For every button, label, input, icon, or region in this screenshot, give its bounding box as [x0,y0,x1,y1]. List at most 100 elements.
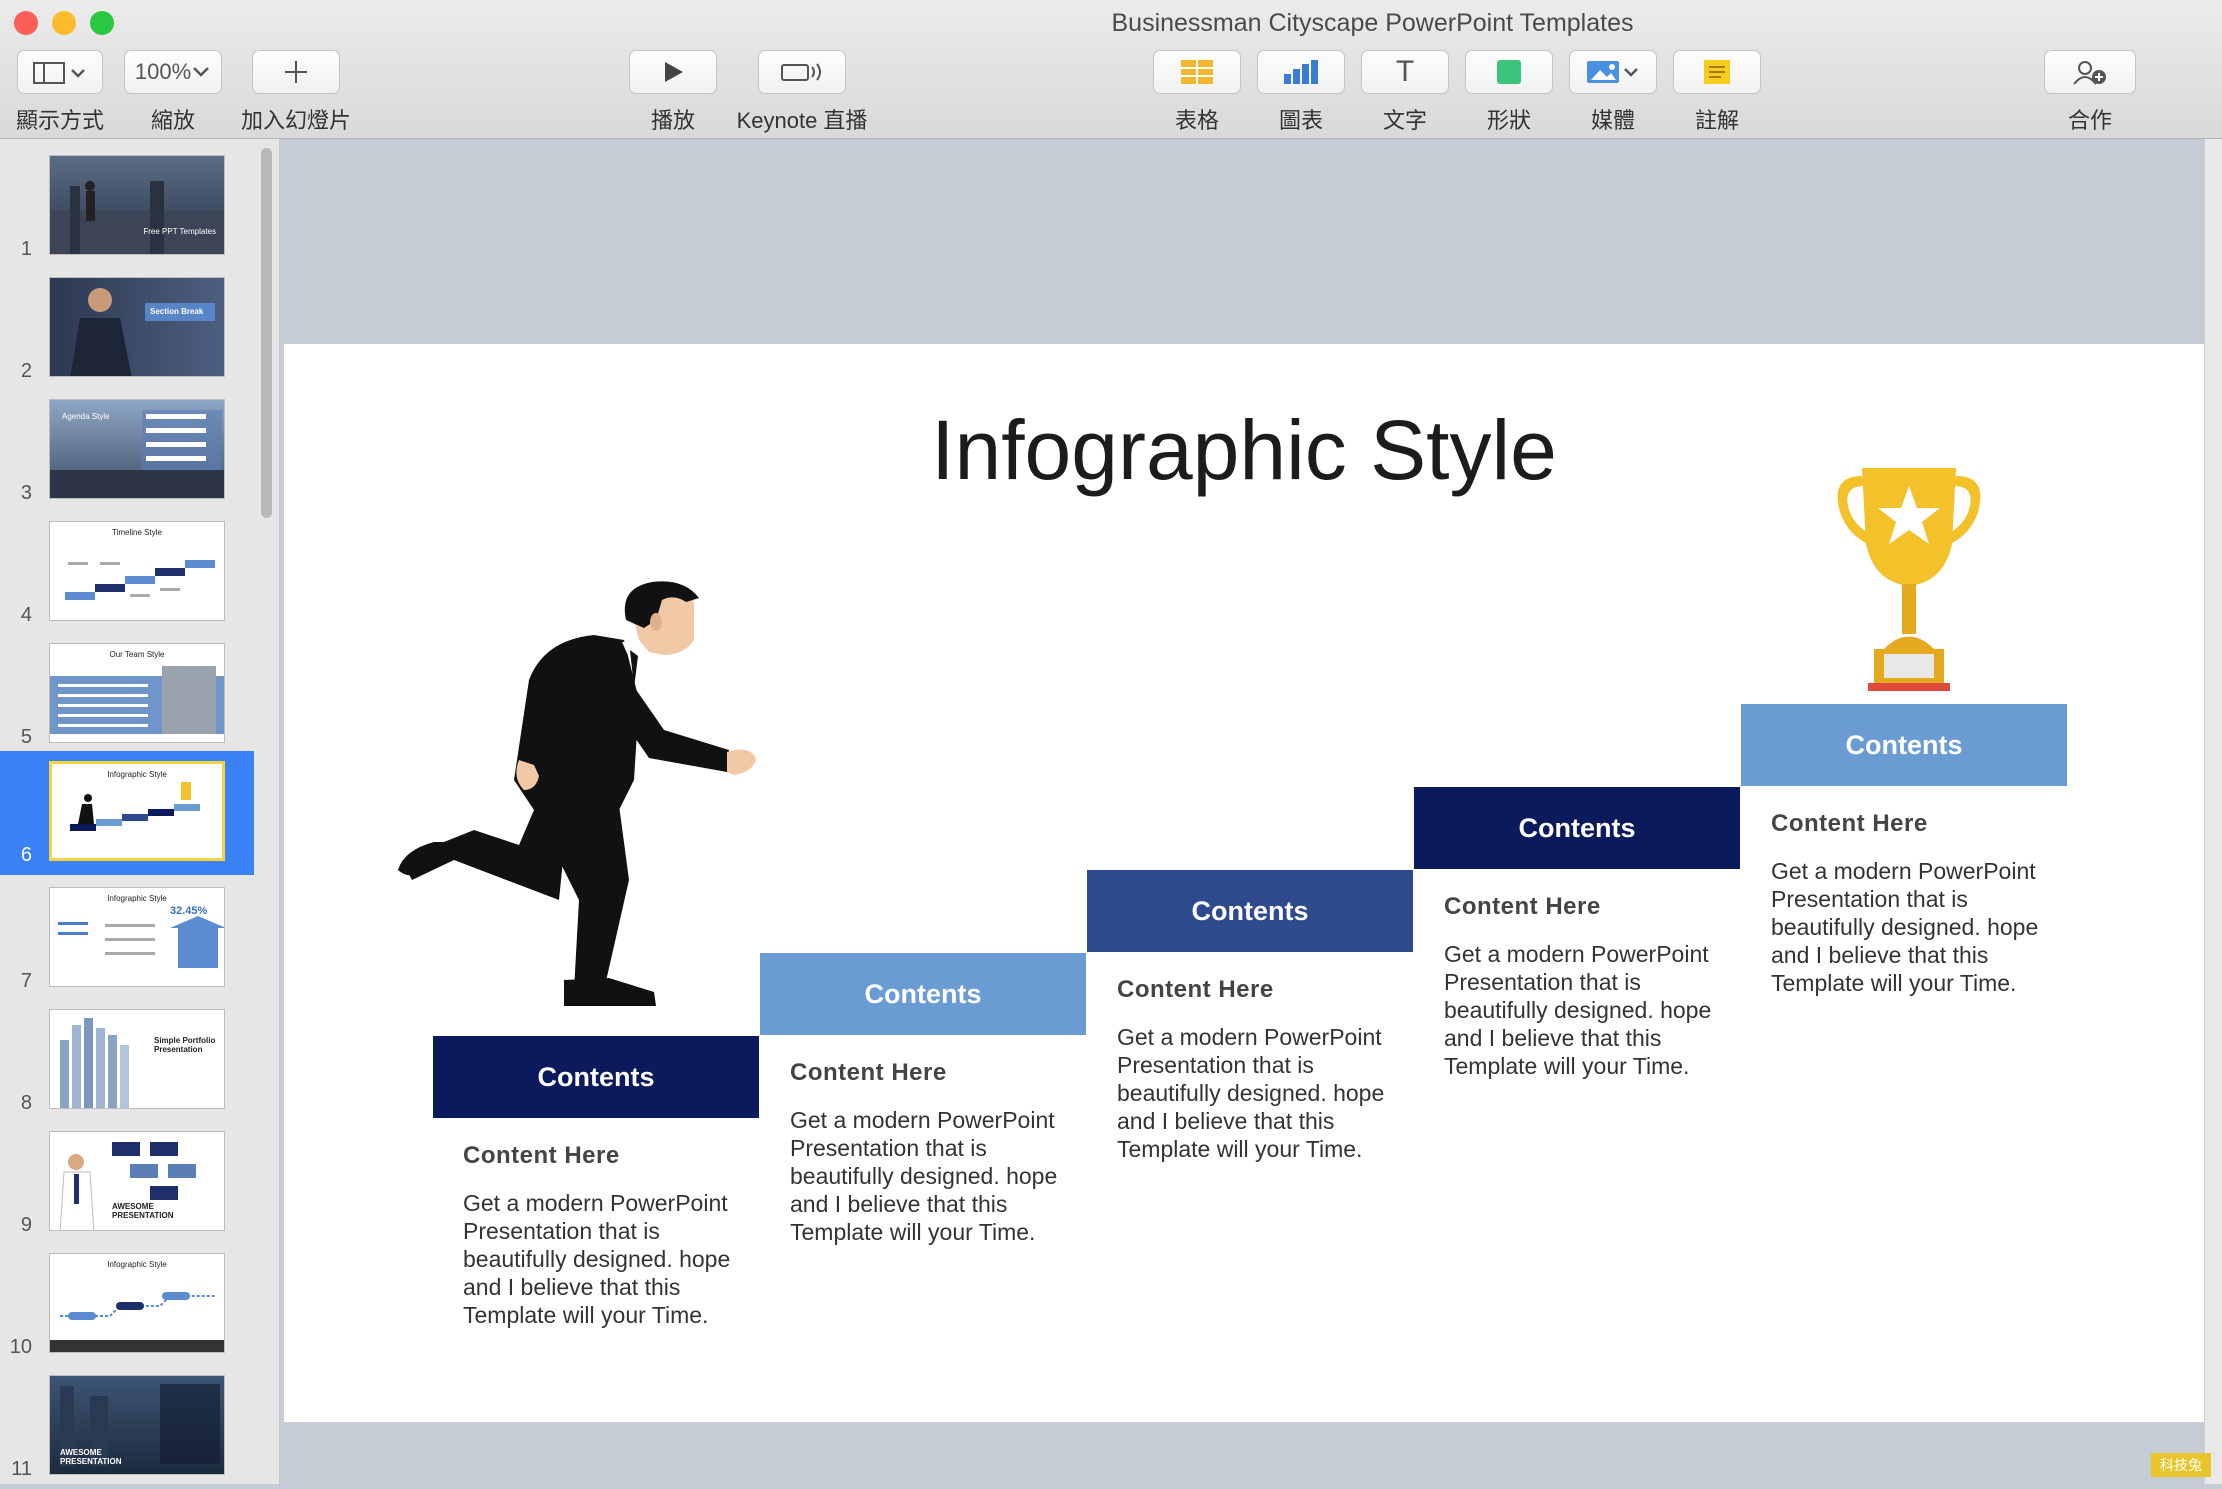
step-1-subtitle[interactable]: Content Here [463,1142,753,1170]
step-3-subtitle[interactable]: Content Here [1117,976,1407,1004]
slide-thumbnail-7[interactable]: Infographic Style 32.45% 7 [0,879,254,1001]
sidebar-scrollbar[interactable] [261,148,272,518]
step-3-label: Contents [1191,895,1309,926]
table-button[interactable] [1153,50,1241,94]
slide-number: 3 [20,482,32,504]
slide-8-text: Simple Portfolio Presentation [154,1036,216,1054]
step-4-label: Contents [1518,812,1636,843]
comment-button[interactable] [1673,50,1761,94]
plus-icon [285,61,307,83]
table-icon [1181,60,1213,84]
slide-canvas[interactable]: Infographic Style Contents Contents Cont… [284,344,2204,1422]
slide-thumbnail-3[interactable]: Agenda Style 3 [0,391,254,513]
slide-11-text: AWESOME PRESENTATION [60,1448,122,1466]
slide-number: 6 [20,844,32,866]
media-label: 媒體 [1590,108,1635,133]
slide-number: 10 [9,1336,32,1358]
view-label: 顯示方式 [15,108,104,133]
slide-preview: AWESOME PRESENTATION [49,1131,225,1231]
slide-3-text: Agenda Style [62,412,110,421]
slide-thumbnail-10[interactable]: Infographic Style 10 [0,1245,254,1367]
step-1-label: Contents [537,1061,655,1092]
slide-thumbnail-4[interactable]: Timeline Style 4 [0,513,254,635]
broadcast-icon [781,63,821,81]
trophy-icon[interactable] [1834,464,1984,704]
step-4-box[interactable]: Contents [1414,787,1740,869]
slide-thumbnail-2[interactable]: Section Break 2 [0,269,254,391]
inspector-edge [2204,139,2222,1484]
svg-text:32.45%: 32.45% [170,905,208,917]
step-2-subtitle[interactable]: Content Here [790,1059,1080,1087]
slide-number: 5 [20,726,32,748]
step-3-description[interactable]: Get a modern PowerPoint Presentation tha… [1117,1023,1407,1163]
slide-preview: Agenda Style [49,399,225,499]
add-slide-control[interactable]: 加入幻燈片 [236,50,356,135]
slide-preview: Timeline Style [49,521,225,621]
play-button[interactable] [629,50,717,94]
slide-number: 1 [20,238,32,260]
table-label: 表格 [1174,108,1219,133]
zoom-control[interactable]: 100% 縮放 [122,50,224,135]
text-button[interactable]: T [1361,50,1449,94]
slide-number: 8 [20,1092,32,1114]
window-title: Businessman Cityscape PowerPoint Templat… [1111,9,1634,37]
text-t-icon: T [1395,55,1415,88]
table-control[interactable]: 表格 [1152,50,1242,135]
comment-label: 註解 [1694,108,1739,133]
play-label: 播放 [650,108,695,133]
shape-button[interactable] [1465,50,1553,94]
view-control[interactable]: 顯示方式 [14,50,106,135]
text-label: 文字 [1382,108,1427,133]
play-icon [665,62,683,82]
shape-label: 形狀 [1486,108,1531,133]
step-5-box[interactable]: Contents [1741,704,2067,786]
step-2-label: Contents [864,978,982,1009]
step-2-box[interactable]: Contents [760,953,1086,1035]
step-5-subtitle[interactable]: Content Here [1771,810,2061,838]
collaborate-control[interactable]: 合作 [2044,50,2136,135]
slide-navigator[interactable]: Free PPT Templates 1 Section Break 2 Age… [0,139,280,1484]
slide-1-text: Free PPT Templates [143,227,216,236]
zoom-select[interactable]: 100% [124,50,222,94]
text-control[interactable]: T 文字 [1360,50,1450,135]
step-4-subtitle[interactable]: Content Here [1444,893,1734,921]
slide-thumbnail-6[interactable]: Infographic Style 6 [0,751,254,875]
chart-button[interactable] [1257,50,1345,94]
play-control[interactable]: 播放 [628,50,718,135]
slide-number: 2 [20,360,32,382]
media-control[interactable]: 媒體 [1568,50,1658,135]
slide-2-text: Section Break [150,307,204,316]
step-2-description[interactable]: Get a modern PowerPoint Presentation tha… [790,1106,1080,1246]
slide-thumbnail-11[interactable]: AWESOME PRESENTATION 11 [0,1367,254,1489]
slide-thumbnail-9[interactable]: AWESOME PRESENTATION 9 [0,1123,254,1245]
slide-thumbnail-8[interactable]: Simple Portfolio Presentation 8 [0,1001,254,1123]
collaborate-button[interactable] [2044,50,2136,94]
step-1-description[interactable]: Get a modern PowerPoint Presentation tha… [463,1189,753,1329]
image-icon [1587,61,1638,83]
view-button[interactable] [17,50,103,94]
slide-preview: Infographic Style [49,1253,225,1353]
comment-icon [1704,60,1730,84]
step-4-description[interactable]: Get a modern PowerPoint Presentation tha… [1444,940,1734,1080]
media-button[interactable] [1569,50,1657,94]
slide-number: 7 [20,970,32,992]
keynote-live-control[interactable]: Keynote 直播 [730,50,874,135]
slide-number: 4 [20,604,32,626]
step-1-box[interactable]: Contents [433,1036,759,1118]
slide-thumbnail-5[interactable]: Our Team Style 5 [0,635,254,757]
step-5-description[interactable]: Get a modern PowerPoint Presentation tha… [1771,857,2061,997]
comment-control[interactable]: 註解 [1672,50,1762,135]
shape-icon [1497,60,1521,84]
chevron-down-icon [193,67,210,77]
chart-control[interactable]: 圖表 [1256,50,1346,135]
slide-preview: Section Break [49,277,225,377]
add-slide-button[interactable] [252,50,340,94]
keynote-live-button[interactable] [758,50,846,94]
zoom-value: 100% [134,59,192,84]
watermark-badge: 科技兔 [2151,1453,2211,1477]
slide-thumbnail-1[interactable]: Free PPT Templates 1 [0,147,254,269]
shape-control[interactable]: 形狀 [1464,50,1554,135]
running-businessman-illustration[interactable] [394,580,774,1040]
chart-icon [1284,60,1318,84]
step-3-box[interactable]: Contents [1087,870,1413,952]
